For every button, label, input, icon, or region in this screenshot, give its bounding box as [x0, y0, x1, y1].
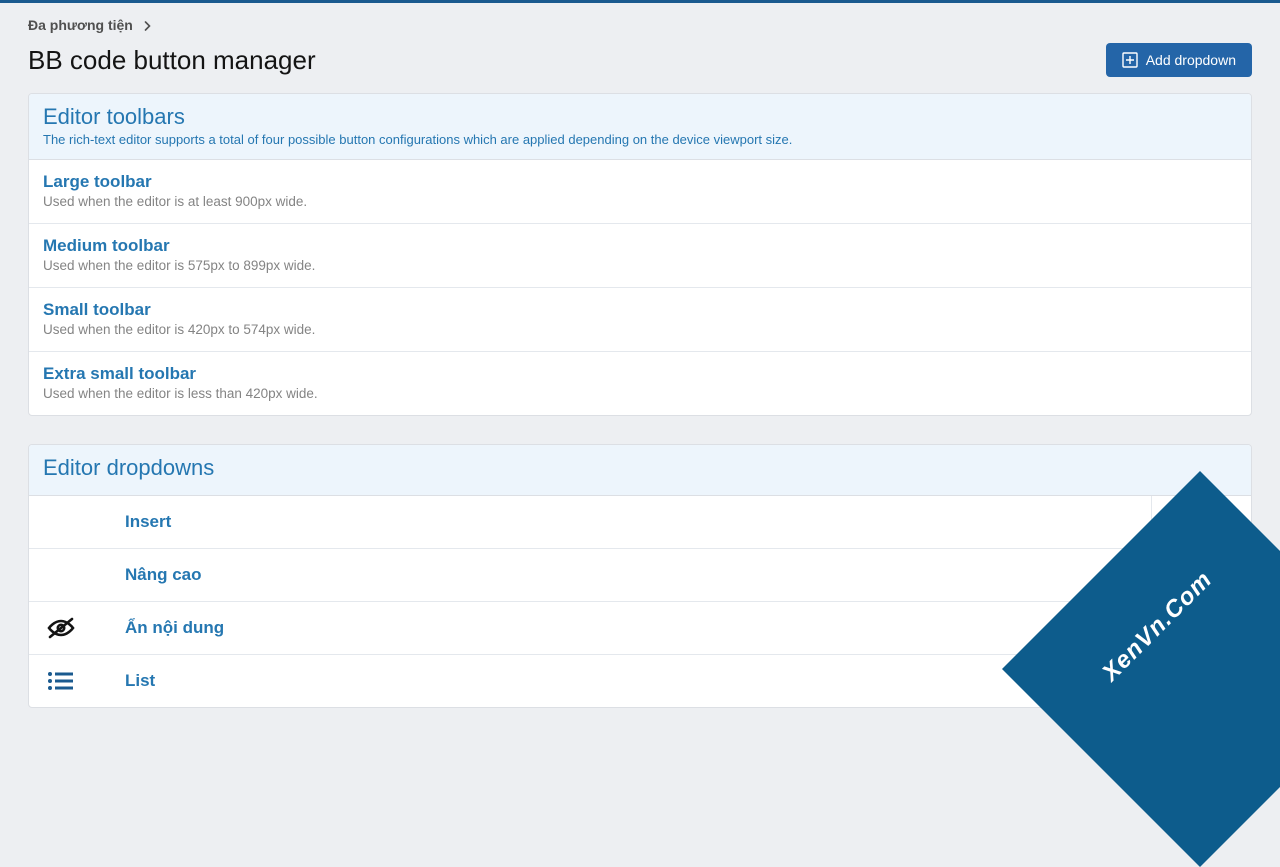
toolbar-desc: Used when the editor is at least 900px w… [43, 194, 1237, 209]
dropdown-icon [29, 617, 85, 639]
dropdown-label: Insert [85, 498, 1151, 546]
panel-header: Editor toolbars The rich-text editor sup… [29, 94, 1251, 160]
dropdown-item-insert[interactable]: Insert [29, 496, 1251, 549]
toolbar-title: Medium toolbar [43, 236, 1237, 256]
page-title: BB code button manager [28, 45, 316, 76]
toolbar-item-medium[interactable]: Medium toolbar Used when the editor is 5… [29, 224, 1251, 288]
toolbar-title: Large toolbar [43, 172, 1237, 192]
add-dropdown-button[interactable]: Add dropdown [1106, 43, 1252, 77]
toolbar-item-large[interactable]: Large toolbar Used when the editor is at… [29, 160, 1251, 224]
toolbar-desc: Used when the editor is less than 420px … [43, 386, 1237, 401]
toolbar-item-small[interactable]: Small toolbar Used when the editor is 42… [29, 288, 1251, 352]
dropdown-label: List [85, 657, 1151, 705]
panel-title: Editor dropdowns [43, 455, 1237, 481]
toolbar-title: Extra small toolbar [43, 364, 1237, 384]
breadcrumb[interactable]: Đa phương tiện [28, 3, 1252, 43]
panel-title: Editor toolbars [43, 104, 1237, 130]
watermark-text: XenVn.Com [1097, 566, 1218, 687]
dropdown-icon [29, 671, 85, 691]
chevron-right-icon [143, 21, 153, 31]
editor-toolbars-panel: Editor toolbars The rich-text editor sup… [28, 93, 1252, 416]
dropdown-label: Ẩn nội dung [85, 604, 1151, 652]
toolbar-desc: Used when the editor is 420px to 574px w… [43, 322, 1237, 337]
toolbar-title: Small toolbar [43, 300, 1237, 320]
dropdown-item-nangcao[interactable]: Nâng cao [29, 549, 1251, 602]
toolbar-desc: Used when the editor is 575px to 899px w… [43, 258, 1237, 273]
eye-slash-icon [46, 617, 76, 639]
toolbar-item-extra-small[interactable]: Extra small toolbar Used when the editor… [29, 352, 1251, 415]
plus-square-icon [1122, 52, 1138, 68]
dropdown-label: Nâng cao [85, 551, 1151, 599]
panel-header: Editor dropdowns [29, 445, 1251, 496]
add-dropdown-label: Add dropdown [1146, 52, 1236, 68]
panel-subtitle: The rich-text editor supports a total of… [43, 132, 1237, 147]
list-icon [47, 671, 75, 691]
breadcrumb-label: Đa phương tiện [28, 17, 133, 33]
